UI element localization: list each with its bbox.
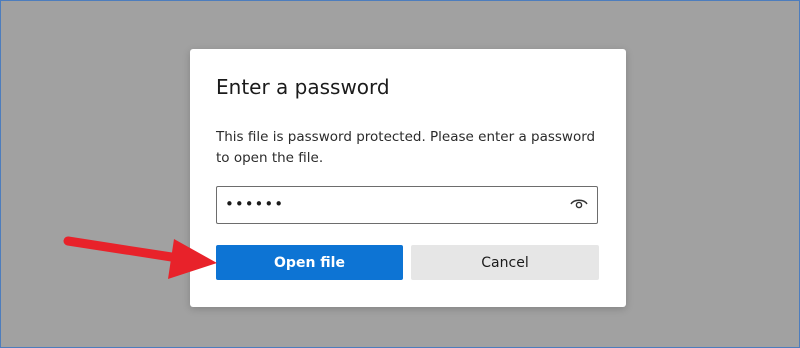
password-field[interactable] bbox=[216, 186, 598, 224]
dialog-title: Enter a password bbox=[216, 75, 390, 99]
annotation-arrow bbox=[63, 236, 217, 279]
eye-icon[interactable] bbox=[569, 196, 589, 212]
password-input[interactable] bbox=[225, 193, 555, 215]
cancel-button[interactable]: Cancel bbox=[411, 245, 599, 280]
open-file-button[interactable]: Open file bbox=[216, 245, 403, 280]
dialog-message: This file is password protected. Please … bbox=[216, 129, 596, 166]
password-dialog: Enter a password This file is password p… bbox=[190, 49, 626, 307]
